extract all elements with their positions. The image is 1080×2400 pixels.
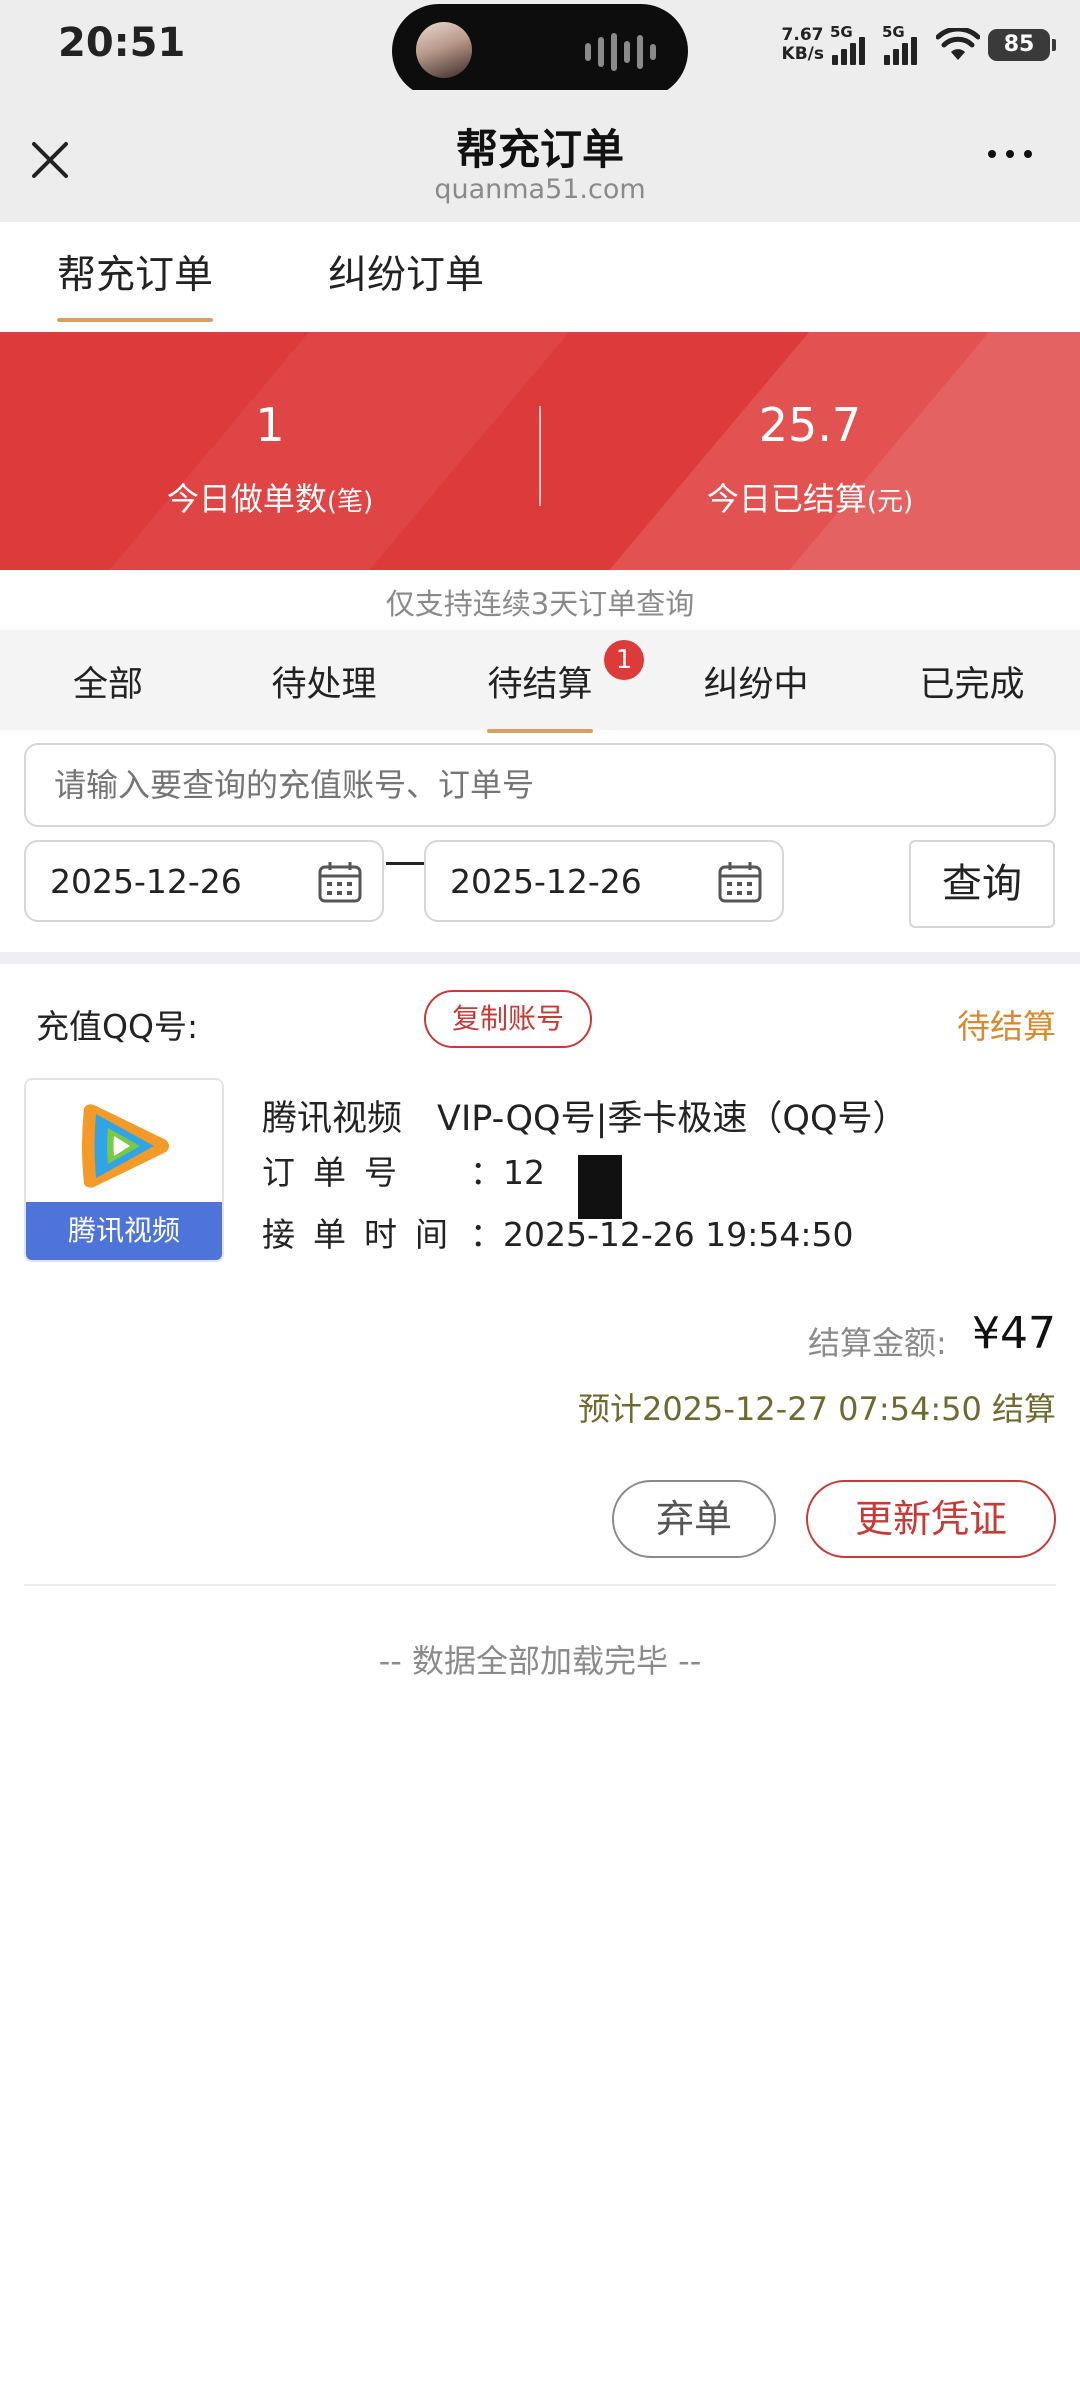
start-date-value: 2025-12-26 (50, 862, 242, 901)
app-name: 腾讯视频 (26, 1202, 222, 1260)
settled-today-value: 25.7 (758, 398, 862, 452)
query-button[interactable]: 查询 (909, 840, 1055, 928)
signal-icon: 5G (830, 23, 876, 65)
section-gap (0, 952, 1080, 964)
more-icon[interactable] (988, 150, 1032, 158)
audio-wave-icon (585, 32, 656, 72)
end-date-value: 2025-12-26 (450, 862, 642, 901)
settled-today-label: 今日已结算(元) (706, 480, 914, 518)
order-no-label: 订单号 (262, 1153, 415, 1192)
tab-badge: 1 (604, 640, 644, 680)
start-date-field[interactable]: 2025-12-26 (24, 840, 384, 922)
update-proof-button[interactable]: 更新凭证 (806, 1480, 1056, 1558)
page-title: 帮充订单 (455, 125, 624, 174)
tab-all[interactable]: 全部 (0, 656, 216, 707)
battery-icon: 85 (988, 29, 1056, 61)
query-notice: 仅支持连续3天订单查询 (0, 570, 1080, 630)
amount-label: 结算金额: (808, 1324, 947, 1362)
account-label: 充值QQ号: (36, 1007, 199, 1046)
calendar-icon (318, 862, 362, 903)
dynamic-island[interactable] (392, 4, 688, 98)
all-loaded-message: -- 数据全部加载完毕 -- (378, 1642, 702, 1680)
music-avatar-icon (416, 22, 472, 78)
status-indicators: 7.67 KB/s 5G 5G 85 (781, 20, 1056, 70)
stat-settled-today: 25.7 今日已结算(元) (540, 398, 1080, 520)
wifi-icon (936, 28, 980, 60)
end-date-field[interactable]: 2025-12-26 (424, 840, 784, 922)
status-time: 20:51 (58, 20, 186, 66)
signal-icon: 5G (882, 23, 928, 65)
copy-account-button[interactable]: 复制账号 (424, 990, 592, 1048)
network-speed: 7.67 KB/s (781, 25, 824, 64)
amount-value: ¥47 (972, 1308, 1056, 1359)
date-range-dash (386, 862, 424, 865)
top-tabs: 帮充订单 纠纷订单 (0, 222, 1080, 322)
order-no-value: ：12 (470, 1153, 545, 1192)
order-status: 待结算 (957, 1007, 1056, 1046)
orders-today-value: 1 (255, 398, 285, 452)
nav-bar: 帮充订单 quanma51.com (0, 90, 1080, 222)
status-tabs: 全部 待处理 待结算 纠纷中 已完成 1 (0, 630, 1080, 733)
stats-banner: 1 今日做单数(笔) 25.7 今日已结算(元) (0, 332, 1080, 570)
search-input[interactable] (24, 743, 1056, 827)
page-url: quanma51.com (434, 174, 646, 205)
calendar-icon (718, 862, 762, 903)
tab-completed[interactable]: 已完成 (864, 656, 1080, 707)
tab-in-dispute[interactable]: 纠纷中 (648, 656, 864, 707)
abandon-order-button[interactable]: 弃单 (612, 1480, 776, 1558)
settlement-eta: 预计2025-12-27 07:54:50 结算 (577, 1390, 1056, 1428)
tab-recharge-orders[interactable]: 帮充订单 (57, 244, 214, 322)
accept-time-value: ：2025-12-26 19:54:50 (470, 1215, 854, 1254)
app-logo: 腾讯视频 (24, 1078, 224, 1262)
orders-today-label: 今日做单数(笔) (166, 480, 374, 518)
status-bar: 20:51 7.67 KB/s 5G 5G 85 (0, 0, 1080, 98)
tab-dispute-orders[interactable]: 纠纷订单 (328, 244, 484, 300)
stat-orders-today: 1 今日做单数(笔) (0, 398, 540, 520)
accept-time-label: 接单时间 (262, 1215, 466, 1254)
divider (24, 1584, 1056, 1586)
tencent-video-icon (82, 1104, 169, 1188)
product-title: 腾讯视频 VIP-QQ号|季卡极速（QQ号） (262, 1099, 908, 1139)
tab-pending[interactable]: 待处理 (216, 656, 432, 707)
